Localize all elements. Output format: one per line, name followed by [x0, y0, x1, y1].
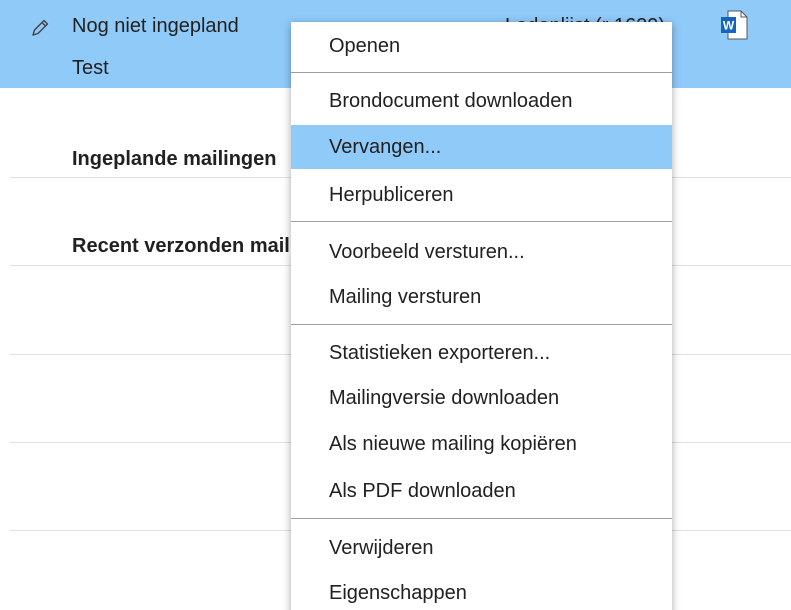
mailing-name: Test — [72, 57, 109, 79]
menu-separator — [291, 72, 672, 73]
menu-item-download-pdf[interactable]: Als PDF downloaden — [291, 469, 672, 513]
menu-separator — [291, 518, 672, 519]
menu-item-copy-as-new[interactable]: Als nieuwe mailing kopiëren — [291, 422, 672, 466]
menu-item-properties[interactable]: Eigenschappen — [291, 571, 672, 610]
mailing-list-page: Nog niet ingepland Test Ledenlijst (r 16… — [0, 0, 791, 610]
mailing-status: Nog niet ingepland — [72, 15, 239, 37]
scheduled-mailings-heading: Ingeplande mailingen — [72, 148, 277, 170]
menu-item-republish[interactable]: Herpubliceren — [291, 173, 672, 217]
menu-item-replace[interactable]: Vervangen... — [291, 125, 672, 169]
context-menu: Openen Brondocument downloaden Vervangen… — [291, 22, 672, 610]
menu-item-open[interactable]: Openen — [291, 24, 672, 68]
menu-item-send-preview[interactable]: Voorbeeld versturen... — [291, 230, 672, 274]
menu-item-download-version[interactable]: Mailingversie downloaden — [291, 376, 672, 420]
menu-item-export-stats[interactable]: Statistieken exporteren... — [291, 331, 672, 375]
menu-item-delete[interactable]: Verwijderen — [291, 526, 672, 570]
pencil-icon[interactable] — [30, 18, 50, 38]
svg-text:W: W — [723, 19, 735, 33]
menu-separator — [291, 324, 672, 325]
menu-separator — [291, 221, 672, 222]
word-document-icon[interactable]: W — [720, 10, 748, 40]
menu-item-send-mailing[interactable]: Mailing versturen — [291, 275, 672, 319]
menu-item-download-source[interactable]: Brondocument downloaden — [291, 79, 672, 123]
